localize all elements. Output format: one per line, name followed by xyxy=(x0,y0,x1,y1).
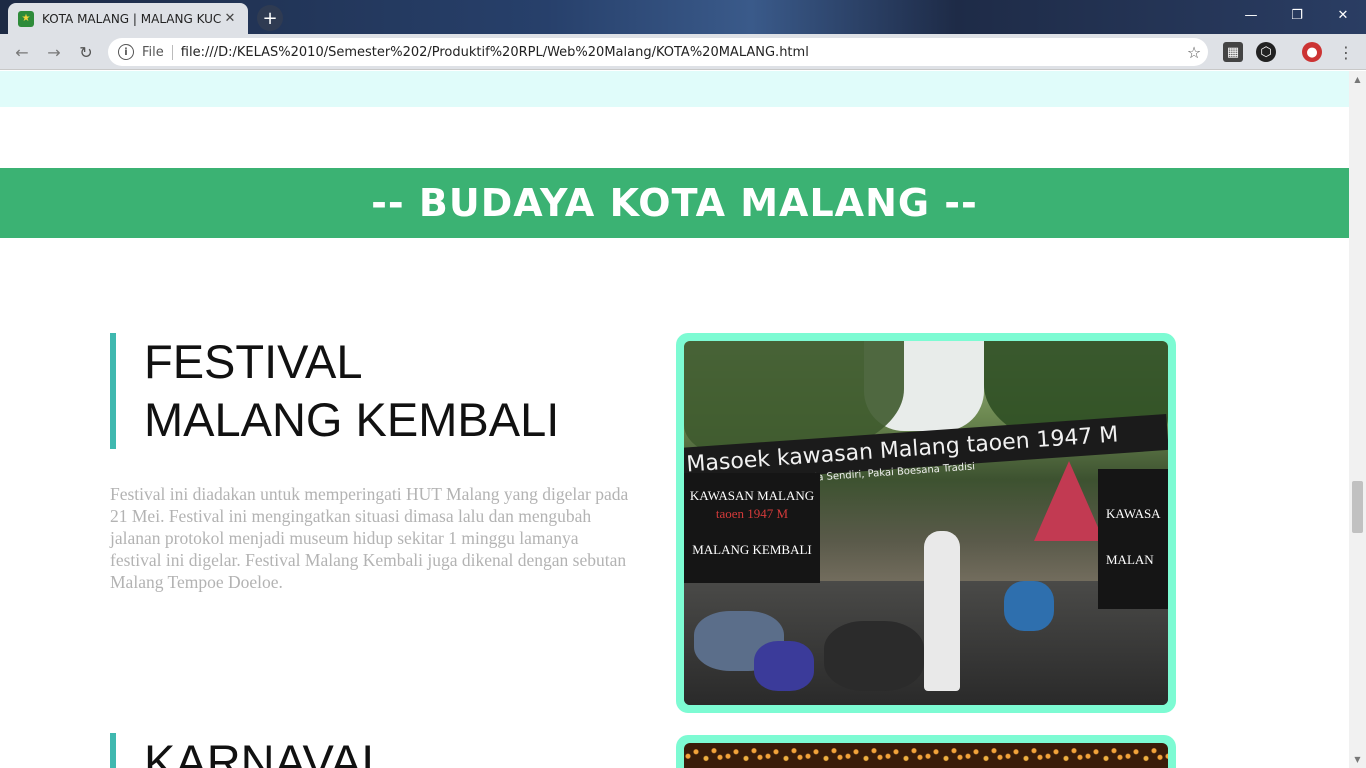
karnaval-heading: KARNAVAL xyxy=(110,733,388,768)
site-favicon-icon: ★ xyxy=(18,10,34,27)
scroll-down-arrow-icon[interactable]: ▼ xyxy=(1349,751,1366,768)
restore-button[interactable]: ❐ xyxy=(1274,0,1320,30)
photo-board-right: KAWASA MALAN xyxy=(1098,469,1168,609)
window-close-button[interactable]: ✕ xyxy=(1320,0,1366,30)
board-right-line2: MALAN xyxy=(1106,552,1154,567)
extension-qr-icon[interactable]: ▦ xyxy=(1223,42,1243,62)
top-section-strip xyxy=(0,71,1349,107)
section-banner: -- BUDAYA KOTA MALANG -- xyxy=(0,168,1349,238)
festival-description: Festival ini diadakan untuk memperingati… xyxy=(110,484,629,592)
page-scrollbar[interactable]: ▲ ▼ xyxy=(1349,71,1366,768)
photo-helmet xyxy=(754,641,814,691)
address-bar[interactable]: i File file:///D:/KELAS%2010/Semester%20… xyxy=(108,38,1208,66)
photo-motorbike xyxy=(1004,581,1054,631)
back-button[interactable]: ← xyxy=(10,40,34,64)
browser-toolbar: ← → ↻ i File file:///D:/KELAS%2010/Semes… xyxy=(0,34,1366,70)
page-viewport: -- BUDAYA KOTA MALANG -- FESTIVAL MALANG… xyxy=(0,71,1349,768)
photo-tent xyxy=(1034,461,1104,541)
tab-close-icon[interactable]: ✕ xyxy=(222,11,238,26)
festival-title-line2: MALANG KEMBALI xyxy=(144,393,560,446)
extension-hexagon-icon[interactable]: ⬡ xyxy=(1256,42,1276,62)
address-url[interactable]: file:///D:/KELAS%2010/Semester%202/Produ… xyxy=(181,45,1180,60)
browser-title-bar: ★ KOTA MALANG | MALANG KUCE ✕ + — ❐ ✕ xyxy=(0,0,1366,34)
new-tab-button[interactable]: + xyxy=(257,5,283,31)
photo-board-left: KAWASAN MALANG taoen 1947 M MALANG KEMBA… xyxy=(684,473,820,583)
karnaval-photo xyxy=(684,743,1168,768)
info-icon[interactable]: i xyxy=(118,44,134,60)
reload-button[interactable]: ↻ xyxy=(74,40,98,64)
photo-motorbike xyxy=(824,621,924,691)
karnaval-photo-frame xyxy=(676,735,1176,768)
festival-photo-frame: Masoek kawasan Malang taoen 1947 M Denge… xyxy=(676,333,1176,713)
scroll-thumb[interactable] xyxy=(1352,481,1363,533)
scroll-up-arrow-icon[interactable]: ▲ xyxy=(1349,71,1366,88)
browser-tab[interactable]: ★ KOTA MALANG | MALANG KUCE ✕ xyxy=(8,3,248,34)
karnaval-title-line1: KARNAVAL xyxy=(144,735,388,768)
menu-kebab-icon[interactable]: ⋮ xyxy=(1336,42,1356,62)
profile-avatar-icon[interactable]: ● xyxy=(1302,42,1322,62)
banner-title: -- BUDAYA KOTA MALANG -- xyxy=(371,181,978,225)
festival-photo: Masoek kawasan Malang taoen 1947 M Denge… xyxy=(684,341,1168,705)
forward-button[interactable]: → xyxy=(42,40,66,64)
tab-title: KOTA MALANG | MALANG KUCE xyxy=(42,11,222,26)
photo-person xyxy=(924,531,960,691)
board-left-line3: MALANG KEMBALI xyxy=(692,542,812,557)
festival-heading: FESTIVAL MALANG KEMBALI xyxy=(110,333,559,449)
festival-title-line1: FESTIVAL xyxy=(144,335,363,388)
minimize-button[interactable]: — xyxy=(1228,0,1274,30)
address-scheme: File xyxy=(142,44,173,60)
board-left-line2: taoen 1947 M xyxy=(715,506,789,521)
bookmark-star-icon[interactable]: ☆ xyxy=(1180,43,1208,62)
board-left-line1: KAWASAN MALANG xyxy=(689,488,815,503)
board-right-line1: KAWASA xyxy=(1106,506,1161,521)
